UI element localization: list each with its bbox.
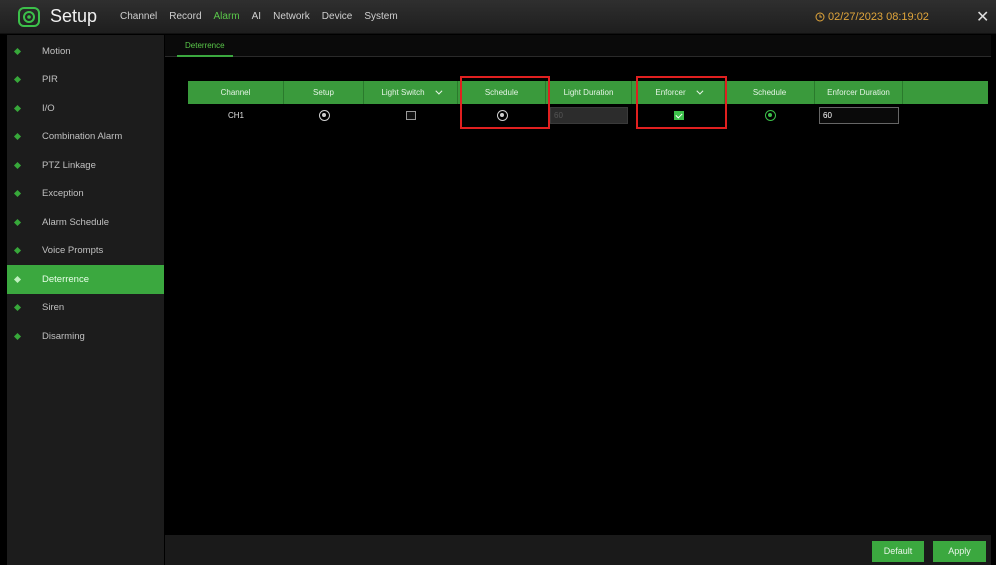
bullet-icon [13,133,22,141]
cell-schedule [458,105,546,125]
default-button[interactable]: Default [872,541,924,562]
nav-channel[interactable]: Channel [120,11,157,22]
bullet-icon [13,161,22,169]
cell-enforcer-duration: 60 [815,105,903,125]
nav-record[interactable]: Record [169,11,201,22]
nav-alarm[interactable]: Alarm [214,11,240,22]
nav-network[interactable]: Network [273,11,310,22]
sidebar-item-siren[interactable]: Siren [7,294,164,323]
nav-ai[interactable]: AI [252,11,261,22]
header-channel: Channel [188,81,284,104]
header-enforcer-label: Enforcer [655,88,686,97]
sidebar-item-io[interactable]: I/O [7,94,164,123]
bullet-icon [13,275,22,283]
header-enforcer-schedule: Schedule [725,81,815,104]
bullet-icon [13,247,22,255]
close-icon[interactable]: ✕ [976,7,989,27]
bullet-icon [13,47,22,55]
sidebar: Motion PIR I/O Combination Alarm PTZ Lin… [7,35,164,565]
gear-icon[interactable] [764,109,776,121]
enforcer-duration-input[interactable]: 60 [819,106,899,124]
app-title: Setup [50,6,98,26]
chevron-down-icon[interactable] [434,87,443,95]
cell-setup [284,105,364,125]
header-light-switch-label: Light Switch [381,88,425,97]
gear-logo-icon [18,7,40,27]
bullet-icon [13,218,22,226]
header-light-duration: Light Duration [546,81,632,104]
main-content: Deterrence Channel Setup Light Switch Sc… [165,35,991,565]
footer-bar: Default Apply [165,535,991,565]
cell-light-duration: 60 [546,105,632,125]
sidebar-item-exception[interactable]: Exception [7,180,164,209]
apply-button[interactable]: Apply [933,541,986,562]
top-bar: Setup Channel Record Alarm AI Network De… [0,0,996,34]
enforcer-checkbox[interactable] [673,110,684,120]
sidebar-item-motion[interactable]: Motion [7,37,164,66]
datetime-text: 02/27/2023 08:19:02 [828,11,929,23]
sidebar-item-ptz-linkage[interactable]: PTZ Linkage [7,151,164,180]
clock-icon [815,12,825,22]
bullet-icon [13,304,22,312]
gear-icon[interactable] [496,109,508,121]
tab-deterrence[interactable]: Deterrence [177,35,233,57]
nav-device[interactable]: Device [322,11,353,22]
bullet-icon [13,332,22,340]
light-switch-checkbox[interactable] [406,110,416,120]
header-enforcer-duration: Enforcer Duration [815,81,903,104]
light-duration-input[interactable]: 60 [550,106,628,124]
header-schedule: Schedule [458,81,546,104]
cell-light-switch [364,105,458,125]
sidebar-item-deterrence[interactable]: Deterrence [7,265,164,294]
gear-icon[interactable] [318,109,330,121]
sidebar-item-combination-alarm[interactable]: Combination Alarm [7,123,164,152]
chevron-down-icon[interactable] [695,87,704,95]
clock: 02/27/2023 08:19:02 [815,11,929,23]
sidebar-item-pir[interactable]: PIR [7,66,164,95]
subtab-bar: Deterrence [165,35,991,57]
sidebar-item-voice-prompts[interactable]: Voice Prompts [7,237,164,266]
bullet-icon [13,104,22,112]
header-light-switch[interactable]: Light Switch [364,81,458,104]
sidebar-item-alarm-schedule[interactable]: Alarm Schedule [7,208,164,237]
main-nav: Channel Record Alarm AI Network Device S… [120,11,410,22]
cell-enforcer [632,105,725,125]
table-row: CH1 60 60 [188,105,988,125]
table-header: Channel Setup Light Switch Schedule Ligh… [188,81,988,104]
header-enforcer[interactable]: Enforcer [632,81,725,104]
bullet-icon [13,190,22,198]
cell-enforcer-schedule [725,105,815,125]
bullet-icon [13,76,22,84]
cell-channel: CH1 [227,110,244,120]
sidebar-item-disarming[interactable]: Disarming [7,322,164,351]
nav-system[interactable]: System [364,11,397,22]
header-setup: Setup [284,81,364,104]
